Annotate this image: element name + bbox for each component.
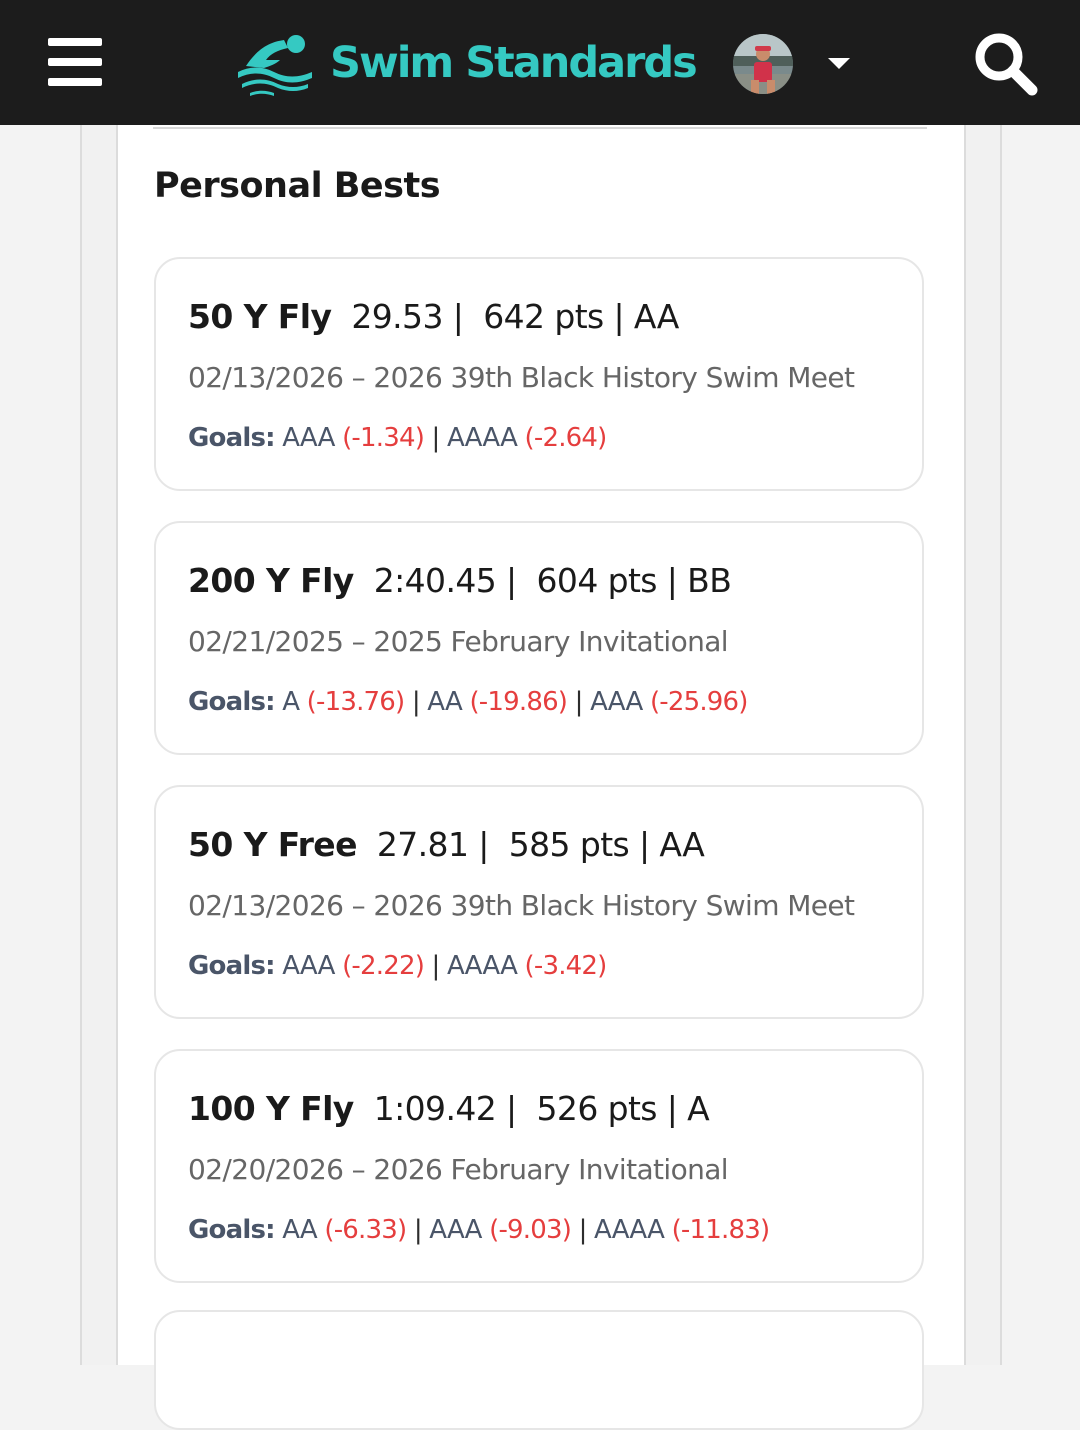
goal-separator: | (574, 687, 584, 717)
meet-date-and-name: 02/13/2026 – 2026 39th Black History Swi… (188, 889, 855, 922)
goal-difference: (-2.64) (524, 423, 608, 453)
meet-date-and-name: 02/20/2026 – 2026 February Invitational (188, 1153, 729, 1186)
goal-level: AAA (590, 687, 643, 717)
personal-best-card[interactable]: 200 Y Fly 2:40.45 | 604 pts | BB 02/21/202… (154, 521, 924, 755)
section-divider (153, 127, 927, 129)
avatar-photo (733, 34, 793, 94)
goals-row: Goals: AA (-6.33) | AAA (-9.03) | AAAA (… (188, 1215, 771, 1245)
event-summary: 50 Y Fly 29.53 | 642 pts | AA (188, 297, 679, 336)
search-icon[interactable] (972, 30, 1038, 96)
goal-separator: | (431, 951, 441, 981)
goal-difference: (-2.22) (342, 951, 425, 981)
goal-difference: (-19.86) (469, 687, 568, 717)
goal-level: AAA (282, 951, 335, 981)
swimmer-logo-icon (238, 35, 312, 96)
goal-separator: | (411, 687, 421, 717)
goals-row: Goals: AAA (-1.34) | AAAA (-2.64) (188, 423, 607, 453)
event-name: 50 Y Free (188, 825, 357, 864)
goals-label: Goals: (188, 687, 276, 717)
personal-best-card[interactable]: 100 Y Fly 1:09.42 | 526 pts | A 02/20/2026… (154, 1049, 924, 1283)
best-time: 1:09.42 | (373, 1089, 517, 1128)
points-and-standard: 526 pts | A (536, 1089, 710, 1128)
goal-level: AAAA (446, 423, 518, 453)
goal-level: AAAA (594, 1215, 665, 1245)
goal-level: AA (427, 687, 462, 717)
event-summary: 100 Y Fly 1:09.42 | 526 pts | A (188, 1089, 710, 1128)
goals-label: Goals: (188, 951, 276, 981)
goals-label: Goals: (188, 1215, 276, 1245)
goal-level: AAA (282, 423, 335, 453)
brand-logo-link[interactable]: Swim Standards (236, 28, 698, 98)
top-navigation-bar: Swim Standards (0, 0, 1080, 125)
goal-difference: (-13.76) (306, 687, 406, 717)
goals-row: Goals: A (-13.76) | AA (-19.86) | AAA (-… (188, 687, 748, 717)
goal-difference: (-1.34) (342, 423, 425, 453)
goal-difference: (-6.33) (324, 1215, 407, 1245)
best-time: 29.53 | (351, 297, 464, 336)
goal-level: AAA (429, 1215, 482, 1245)
goal-difference: (-25.96) (649, 687, 749, 717)
goal-difference: (-3.42) (524, 951, 608, 981)
personal-best-card[interactable]: 50 Y Fly 29.53 | 642 pts | AA 02/13/2026 –… (154, 257, 924, 491)
best-time: 27.81 | (376, 825, 489, 864)
hamburger-menu-icon[interactable] (48, 38, 102, 86)
account-dropdown-caret-icon[interactable] (828, 58, 850, 69)
goal-level: AA (282, 1215, 317, 1245)
event-summary: 200 Y Fly 2:40.45 | 604 pts | BB (188, 561, 732, 600)
personal-bests-heading: Personal Bests (154, 166, 441, 206)
goal-separator: | (431, 423, 441, 453)
best-time: 2:40.45 | (373, 561, 517, 600)
goal-difference: (-9.03) (489, 1215, 572, 1245)
personal-best-card-partial[interactable] (154, 1310, 924, 1430)
event-summary: 50 Y Free 27.81 | 585 pts | AA (188, 825, 705, 864)
points-and-standard: 585 pts | AA (508, 825, 705, 864)
meet-date-and-name: 02/13/2026 – 2026 39th Black History Swi… (188, 361, 855, 394)
user-avatar[interactable] (733, 34, 793, 94)
event-name: 100 Y Fly (188, 1089, 354, 1128)
event-name: 50 Y Fly (188, 297, 332, 336)
goal-level: A (282, 687, 300, 717)
meet-date-and-name: 02/21/2025 – 2025 February Invitational (188, 625, 729, 658)
points-and-standard: 604 pts | BB (536, 561, 732, 600)
goal-separator: | (413, 1215, 423, 1245)
event-name: 200 Y Fly (188, 561, 354, 600)
goal-difference: (-11.83) (671, 1215, 771, 1245)
goal-level: AAAA (446, 951, 518, 981)
goals-label: Goals: (188, 423, 276, 453)
goal-separator: | (578, 1215, 588, 1245)
goals-row: Goals: AAA (-2.22) | AAAA (-3.42) (188, 951, 607, 981)
personal-best-card[interactable]: 50 Y Free 27.81 | 585 pts | AA 02/13/2026 … (154, 785, 924, 1019)
points-and-standard: 642 pts | AA (483, 297, 679, 336)
brand-name: Swim Standards (330, 38, 698, 88)
